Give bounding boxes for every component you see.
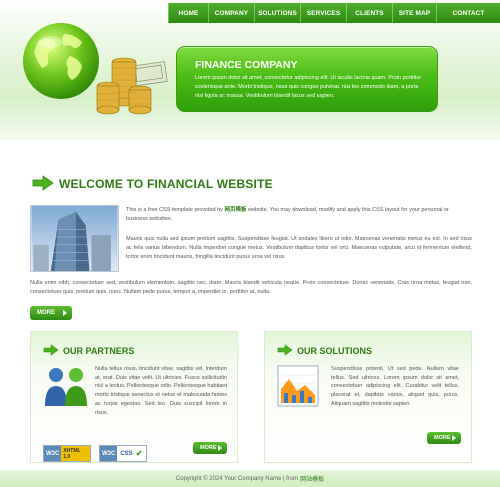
chart-icon <box>277 365 319 407</box>
copyright-text: Copyright © 2024 Your Company Name | fro… <box>175 475 299 482</box>
play-icon <box>452 435 456 441</box>
xhtml-badge[interactable]: W3C XHTML 1.0 <box>43 445 91 462</box>
w3c-logo: W3C <box>100 446 118 461</box>
main-nav: HOME COMPANY SOLUTIONS SERVICES CLIENTS … <box>168 3 500 23</box>
checkmark-icon: ✔ <box>135 449 143 458</box>
arrow-right-icon <box>277 344 293 356</box>
css-label: CSS <box>120 450 133 457</box>
play-icon <box>218 445 222 451</box>
arrow-right-icon <box>32 175 54 191</box>
page-title: WELCOME TO FINANCIAL WEBSITE <box>59 177 273 191</box>
welcome-intro: This is a free CSS template provided by … <box>126 207 449 222</box>
solutions-title: OUR SOLUTIONS <box>297 346 373 356</box>
coins-icon <box>96 57 168 115</box>
banner-text: Lorem ipsum dolor sit amet, consectetur … <box>195 75 422 99</box>
welcome-more-button[interactable]: MORE <box>30 306 72 320</box>
nav-contact[interactable]: CONTACT <box>436 3 500 23</box>
partners-more-button[interactable]: MORE <box>193 442 227 454</box>
nav-site-map[interactable]: SITE MAP <box>392 3 436 23</box>
footer: Copyright © 2024 Your Company Name | fro… <box>0 470 500 487</box>
hero-banner: FINANCE COMPANY Lorem ipsum dolor sit am… <box>176 46 438 112</box>
template-link[interactable]: 网页模板 <box>224 207 246 213</box>
building-photo <box>30 205 119 272</box>
w3c-logo: W3C <box>44 446 62 461</box>
nav-clients[interactable]: CLIENTS <box>346 3 392 23</box>
footer-link[interactable]: 网站模板 <box>300 474 324 483</box>
welcome-paragraph-2: Nulla enim nibh, consectetuer sed, vesti… <box>30 280 472 295</box>
partners-text: Nulla tellus risus, tincidunt vitae, sag… <box>95 366 227 416</box>
nav-company[interactable]: COMPANY <box>208 3 254 23</box>
arrow-right-icon <box>43 344 59 356</box>
solutions-more-button[interactable]: MORE <box>427 432 461 444</box>
banner-title: FINANCE COMPANY <box>195 59 298 71</box>
css-badge[interactable]: W3C CSS ✔ <box>99 445 147 462</box>
play-icon <box>63 310 67 316</box>
people-icon <box>45 368 87 406</box>
nav-services[interactable]: SERVICES <box>300 3 346 23</box>
solutions-text-top: Suspendisse potenti. Ut sed pede. Nullam… <box>331 366 459 407</box>
partners-title: OUR PARTNERS <box>63 346 135 356</box>
xhtml-label: XHTML 1.0 <box>61 446 90 461</box>
solutions-box: OUR SOLUTIONS Suspendisse potenti. Ut se… <box>264 331 472 463</box>
nav-solutions[interactable]: SOLUTIONS <box>254 3 300 23</box>
welcome-paragraph: Mauris quis nulla sed ipsum pretium sagi… <box>126 236 472 260</box>
partners-box: OUR PARTNERS Nulla tellus risus, tincidu… <box>30 331 238 463</box>
header: HOME COMPANY SOLUTIONS SERVICES CLIENTS … <box>0 0 500 140</box>
nav-home[interactable]: HOME <box>168 3 208 23</box>
